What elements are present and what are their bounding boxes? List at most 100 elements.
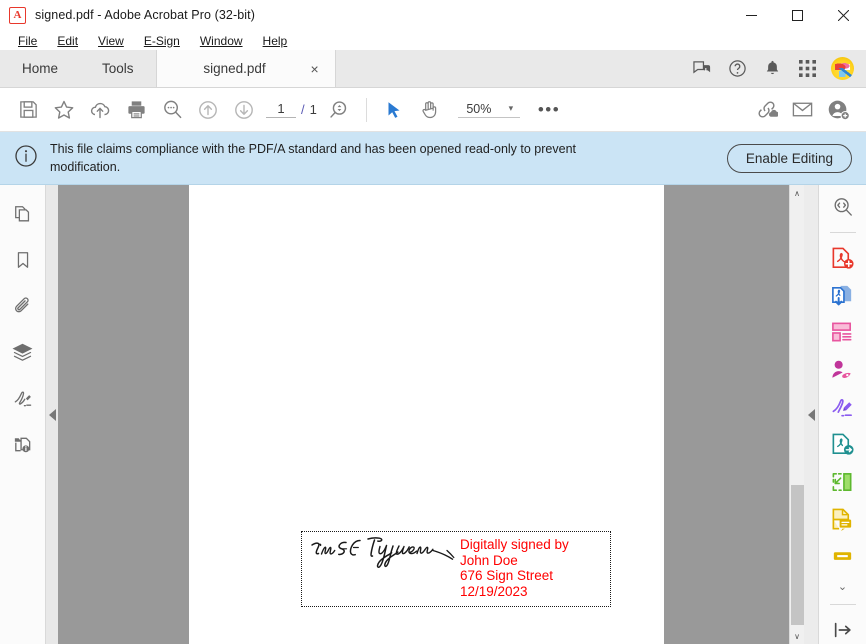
notification-message: This file claims compliance with the PDF… xyxy=(50,141,576,174)
fill-sign-icon[interactable] xyxy=(827,393,859,421)
menu-esign[interactable]: E-Sign xyxy=(134,32,190,50)
zoom-level-value: 50% xyxy=(466,101,492,116)
menu-bar: File Edit View E-Sign Window Help xyxy=(0,30,866,51)
comment-icon[interactable] xyxy=(827,505,859,533)
enable-editing-button[interactable]: Enable Editing xyxy=(726,143,852,173)
document-canvas[interactable]: Digitally signed by John Doe 676 Sign St… xyxy=(58,185,789,644)
pdf-page: Digitally signed by John Doe 676 Sign St… xyxy=(189,185,664,644)
maximize-button[interactable] xyxy=(774,0,820,30)
toolbar-separator-1 xyxy=(365,97,367,122)
chevron-down-icon-right-rail[interactable]: ⌄ xyxy=(838,580,847,593)
redact-icon[interactable] xyxy=(827,356,859,384)
favorite-star-button[interactable] xyxy=(46,92,82,128)
attachments-icon[interactable] xyxy=(8,291,38,321)
tab-strip: Home Tools signed.pdf × xyxy=(0,50,866,88)
apps-grid-icon[interactable] xyxy=(796,58,818,80)
menu-window[interactable]: Window xyxy=(190,32,253,50)
vertical-scrollbar[interactable]: ∧ ∨ xyxy=(789,185,804,644)
help-icon[interactable] xyxy=(726,58,748,80)
signature-line-2: John Doe xyxy=(460,552,518,568)
acrobat-window: A signed.pdf - Adobe Acrobat Pro (32-bit… xyxy=(0,0,866,644)
zoom-control[interactable]: 50% ▾ xyxy=(457,101,520,118)
handwritten-signature-icon xyxy=(311,537,455,568)
page-navigation: / 1 xyxy=(266,101,317,118)
scrollbar-thumb[interactable] xyxy=(790,485,804,625)
tab-home[interactable]: Home xyxy=(0,50,81,87)
minimize-button[interactable] xyxy=(728,0,774,30)
user-avatar[interactable] xyxy=(831,57,854,80)
close-icon xyxy=(837,9,849,21)
digital-signature-field[interactable]: Digitally signed by John Doe 676 Sign St… xyxy=(301,531,611,607)
menu-file[interactable]: File xyxy=(8,32,47,50)
window-title: signed.pdf - Adobe Acrobat Pro (32-bit) xyxy=(35,8,256,22)
page-separator: / xyxy=(301,102,305,117)
save-button[interactable] xyxy=(10,92,46,128)
minimize-icon xyxy=(745,14,757,16)
acrobat-logo-glyph: A xyxy=(13,8,22,21)
left-navigation-rail xyxy=(0,185,46,644)
share-link-button[interactable] xyxy=(748,92,784,128)
compare-search-icon[interactable] xyxy=(827,193,859,221)
left-panel-collapse-handle[interactable] xyxy=(46,185,58,644)
tab-document[interactable]: signed.pdf × xyxy=(155,50,336,87)
create-pdf-icon[interactable] xyxy=(827,244,859,272)
page-number-input[interactable] xyxy=(266,101,296,118)
page-total: 1 xyxy=(309,102,317,117)
organize-pages-icon[interactable] xyxy=(827,319,859,347)
request-signatures-button[interactable] xyxy=(820,92,856,128)
signature-line-4: 12/19/2023 xyxy=(460,583,528,599)
tab-tools[interactable]: Tools xyxy=(80,50,156,87)
email-button[interactable] xyxy=(784,92,820,128)
save-to-cloud-button[interactable] xyxy=(82,92,118,128)
collapse-right-panel-icon[interactable] xyxy=(827,616,859,644)
previous-page-button[interactable] xyxy=(190,92,226,128)
scroll-up-button[interactable]: ∧ xyxy=(790,185,805,201)
print-button[interactable] xyxy=(118,92,154,128)
right-rail-separator-1 xyxy=(829,232,856,234)
maximize-icon xyxy=(791,9,803,21)
tab-document-label: signed.pdf xyxy=(203,61,266,76)
notification-bell-icon[interactable] xyxy=(761,58,783,80)
tab-strip-actions xyxy=(691,50,866,87)
select-tool-button[interactable] xyxy=(376,92,412,128)
menu-edit[interactable]: Edit xyxy=(47,32,88,50)
title-bar: A signed.pdf - Adobe Acrobat Pro (32-bit… xyxy=(0,0,866,30)
workspace: Digitally signed by John Doe 676 Sign St… xyxy=(0,185,866,644)
next-page-button[interactable] xyxy=(226,92,262,128)
document-info-icon[interactable] xyxy=(8,429,38,459)
feedback-icon[interactable] xyxy=(691,58,713,80)
main-toolbar: / 1 50% ▾ ••• xyxy=(0,88,866,132)
info-icon xyxy=(14,144,38,173)
right-rail-separator-2 xyxy=(829,603,856,605)
signatures-icon[interactable] xyxy=(8,383,38,413)
tab-close-icon[interactable]: × xyxy=(307,61,323,77)
layers-icon[interactable] xyxy=(8,337,38,367)
menu-view[interactable]: View xyxy=(88,32,134,50)
right-panel-collapse-handle[interactable] xyxy=(804,185,818,644)
export-pdf-icon[interactable] xyxy=(827,281,859,309)
scroll-down-button[interactable]: ∨ xyxy=(790,628,805,644)
menu-help[interactable]: Help xyxy=(253,32,298,50)
chevron-down-icon[interactable]: ▾ xyxy=(502,103,520,114)
hand-tool-button[interactable] xyxy=(412,92,448,128)
chevron-left-icon xyxy=(48,408,56,421)
scrollbar-track[interactable] xyxy=(790,201,805,628)
pdfa-notification-bar: This file claims compliance with the PDF… xyxy=(0,132,866,185)
signature-details-text: Digitally signed by John Doe 676 Sign St… xyxy=(460,537,569,599)
chevron-left-icon-right-panel xyxy=(807,408,815,421)
more-tools-button[interactable]: ••• xyxy=(534,100,564,120)
optimize-pdf-icon[interactable] xyxy=(827,468,859,496)
close-button[interactable] xyxy=(820,0,866,30)
acrobat-logo-icon: A xyxy=(9,6,26,24)
protect-icon[interactable] xyxy=(827,431,859,459)
page-view-button[interactable] xyxy=(321,92,357,128)
signature-line-3: 676 Sign Street xyxy=(460,568,554,583)
signature-line-1: Digitally signed by xyxy=(460,537,569,552)
bookmarks-icon[interactable] xyxy=(8,245,38,275)
page-thumbnails-icon[interactable] xyxy=(8,199,38,229)
right-tools-rail: ⌄ xyxy=(818,185,866,644)
find-button[interactable] xyxy=(154,92,190,128)
more-tools-icon[interactable] xyxy=(827,543,859,571)
window-controls xyxy=(728,0,866,30)
tab-strip-filler xyxy=(335,50,691,87)
